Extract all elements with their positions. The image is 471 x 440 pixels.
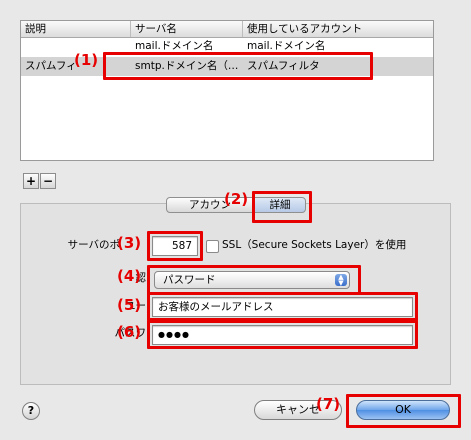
callout-label-5: (5) <box>117 296 142 314</box>
server-list-table[interactable]: 説明 サーバ名 使用しているアカウント mail.ドメイン名 mail.ドメイン… <box>20 20 434 161</box>
column-header-account[interactable]: 使用しているアカウント <box>243 21 433 37</box>
help-button[interactable]: ? <box>22 402 40 420</box>
callout-box-4 <box>147 265 361 295</box>
callout-box-5 <box>147 292 418 321</box>
ssl-checkbox[interactable] <box>206 240 219 253</box>
table-header: 説明 サーバ名 使用しているアカウント <box>21 21 433 38</box>
callout-box-3 <box>147 231 203 261</box>
callout-box-1 <box>103 52 373 80</box>
callout-box-7 <box>346 394 461 428</box>
callout-label-3: (3) <box>117 234 142 252</box>
callout-label-4: (4) <box>117 267 142 285</box>
remove-server-button[interactable]: − <box>40 173 56 189</box>
callout-box-2 <box>252 191 312 223</box>
callout-box-6 <box>147 320 418 349</box>
ssl-label: SSL（Secure Sockets Layer）を使用 <box>222 239 407 251</box>
port-label: サーバのポ <box>67 239 120 251</box>
column-header-description[interactable]: 説明 <box>21 21 131 37</box>
callout-label-7: (7) <box>316 395 341 413</box>
add-server-button[interactable]: + <box>23 173 39 189</box>
callout-label-1: (1) <box>74 51 99 69</box>
column-header-server[interactable]: サーバ名 <box>131 21 243 37</box>
callout-label-2: (2) <box>224 190 249 208</box>
callout-label-6: (6) <box>117 323 142 341</box>
